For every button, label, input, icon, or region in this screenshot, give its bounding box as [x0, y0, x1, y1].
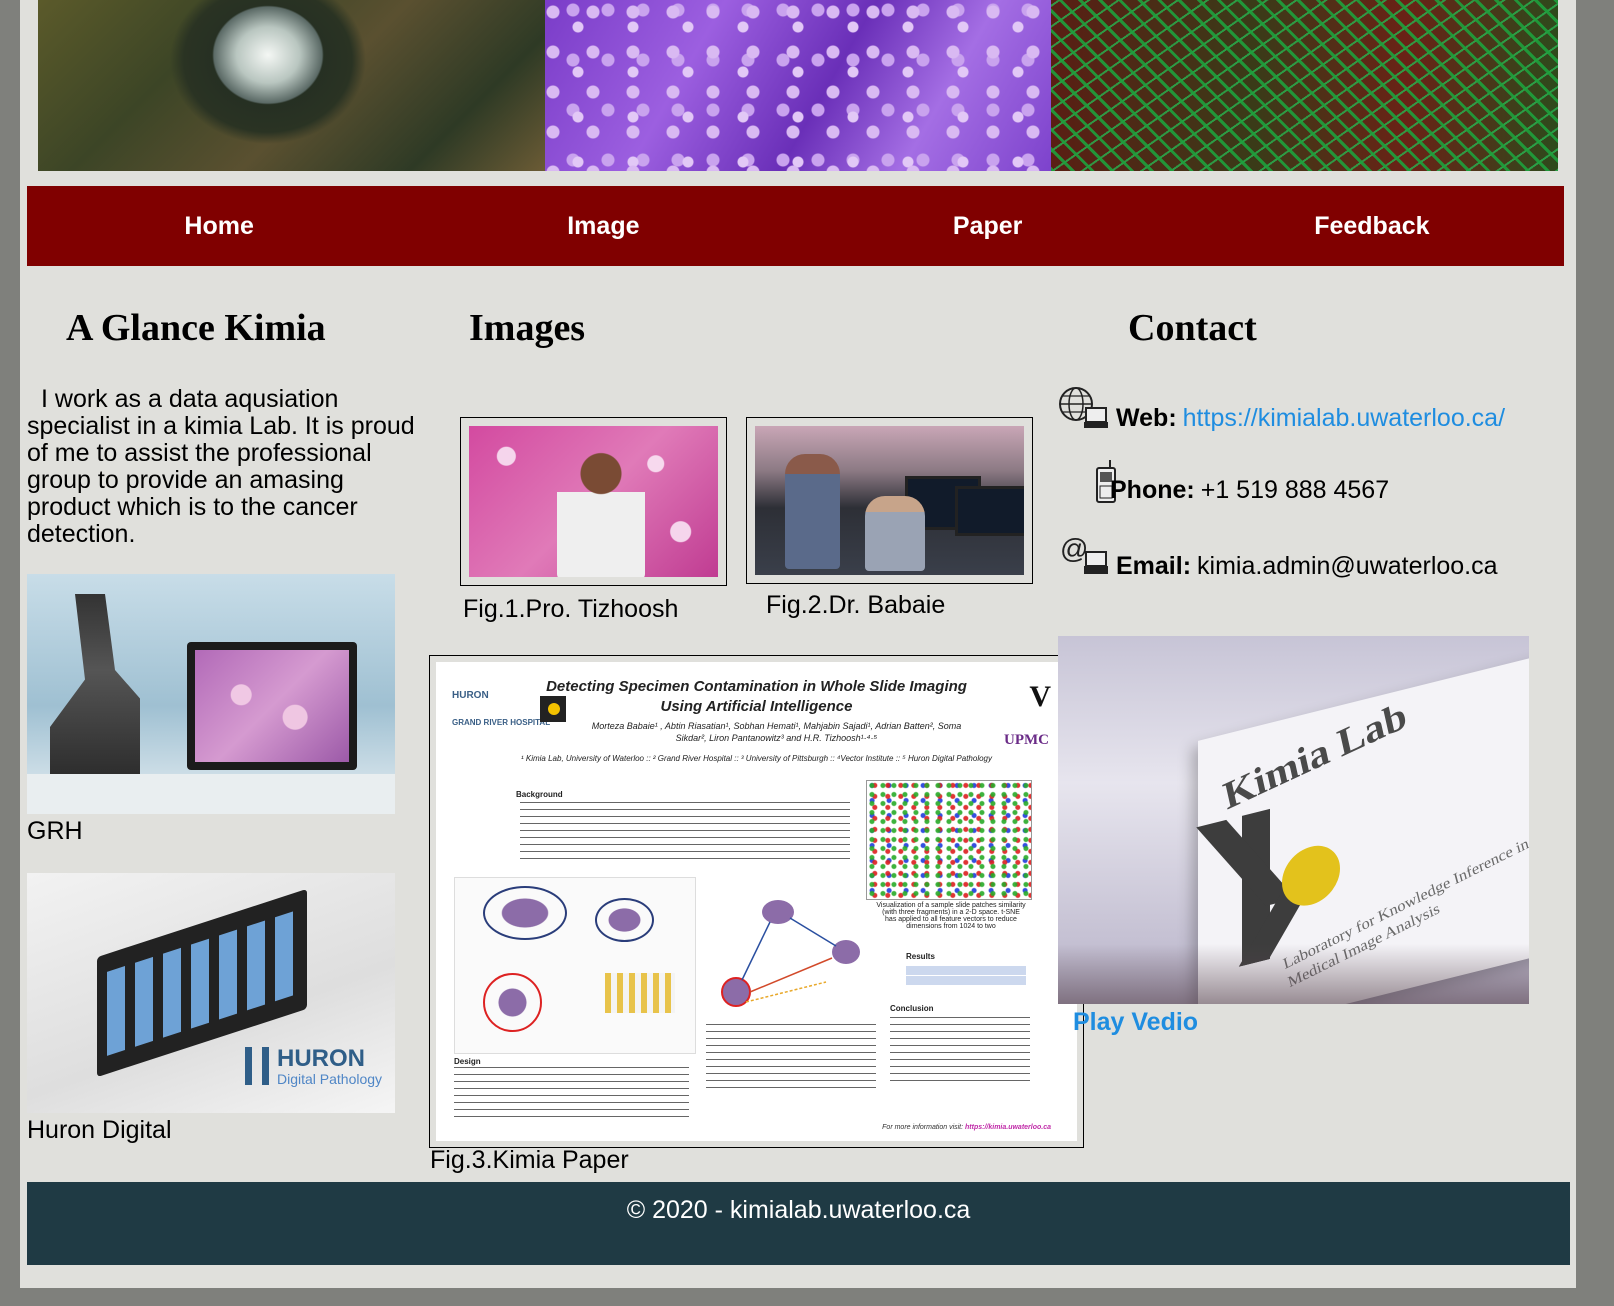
k-logo-dot — [1282, 839, 1340, 912]
poster-ellipse-2 — [595, 898, 654, 942]
globe-computer-icon — [1059, 387, 1108, 428]
phone-label: Phone: — [1110, 476, 1195, 504]
contact-title: Contact — [1128, 307, 1257, 349]
poster-logo-upmc: UPMC — [1004, 732, 1049, 748]
email-label: Email: — [1116, 552, 1192, 580]
web-label: Web: — [1116, 404, 1177, 432]
figure-1-frame[interactable] — [460, 417, 727, 586]
huron-caption: Huron Digital — [27, 1116, 172, 1144]
slides-graphic — [107, 910, 297, 1056]
glance-title: A Glance Kimia — [66, 307, 326, 349]
poster-background-heading: Background — [516, 790, 563, 799]
poster-background-text — [520, 802, 850, 862]
huron-logo: HURON Digital Pathology — [245, 1043, 395, 1093]
monitor-screen-2 — [955, 486, 1024, 536]
banner-image-tissue-1 — [38, 0, 545, 171]
person-seated — [865, 496, 925, 571]
poster-method-diagram — [454, 877, 696, 1054]
desk-graphic — [27, 774, 395, 814]
figure-2-image — [755, 426, 1024, 575]
poster-footer-link: https://kimia.uwaterloo.ca — [965, 1124, 1051, 1131]
microscope-graphic — [50, 594, 140, 784]
poster-design-text — [454, 1067, 689, 1122]
contact-web-row: Web: https://kimialab.uwaterloo.ca/ — [1116, 404, 1505, 433]
poster-ellipse-1 — [483, 886, 567, 940]
figure-2-caption: Fig.2.Dr. Babaie — [766, 591, 946, 619]
contact-email-row: Email: kimia.admin@uwaterloo.ca — [1116, 552, 1498, 581]
poster-middle-text — [706, 1024, 876, 1089]
figure-1-image — [469, 426, 718, 577]
video-shadow — [1058, 944, 1529, 1004]
grh-caption: GRH — [27, 817, 83, 845]
paper-poster-frame[interactable]: HURON GRAND RIVER HOSPITAL V UPMC Detect… — [429, 655, 1084, 1148]
nav-image[interactable]: Image — [411, 186, 795, 266]
svg-text:@: @ — [1060, 533, 1088, 564]
person-standing — [785, 454, 840, 569]
figure-2-frame[interactable] — [746, 417, 1033, 584]
main-nav: Home Image Paper Feedback — [27, 186, 1564, 266]
page: Home Image Paper Feedback A Glance Kimia… — [20, 0, 1576, 1288]
footer-copyright: © 2020 - kimialab.uwaterloo.ca — [626, 1196, 971, 1224]
poster-conclusion-text — [890, 1017, 1030, 1087]
email-computer-icon: @ — [1060, 533, 1108, 574]
poster-title-line-2: Using Artificial Intelligence — [660, 698, 853, 715]
poster-footer: For more information visit: https://kimi… — [882, 1124, 1051, 1131]
phone-value: +1 519 888 4567 — [1200, 476, 1390, 504]
nav-paper[interactable]: Paper — [796, 186, 1180, 266]
poster-network-graphic — [605, 973, 675, 1013]
banner-image-tissue-2 — [544, 0, 1052, 171]
header-banner — [38, 0, 1558, 171]
banner-image-tissue-3 — [1051, 0, 1558, 171]
poster-graph — [721, 900, 860, 1007]
monitor-screen — [195, 650, 349, 762]
monitor-graphic — [187, 642, 357, 770]
nav-home[interactable]: Home — [27, 186, 411, 266]
poster-conclusion-heading: Conclusion — [890, 1004, 934, 1013]
huron-logo-name: HURON — [277, 1045, 365, 1072]
poster-footer-text: For more information visit: — [882, 1124, 964, 1131]
poster-affiliations: ¹ Kimia Lab, University of Waterloo :: ²… — [520, 754, 992, 763]
contact-phone-row: Phone: +1 519 888 4567 — [1110, 476, 1389, 505]
footer: © 2020 - kimialab.uwaterloo.ca — [27, 1182, 1570, 1265]
email-value: kimia.admin@uwaterloo.ca — [1197, 552, 1498, 580]
intro-paragraph: I work as a data aqusiation specialist i… — [27, 385, 415, 548]
figure-3-caption: Fig.3.Kimia Paper — [430, 1146, 629, 1174]
poster-title-line-1: Detecting Specimen Contamination in Whol… — [546, 678, 967, 695]
poster-logo-grh: GRAND RIVER HOSPITAL — [452, 718, 551, 727]
huron-logo-mark — [245, 1047, 269, 1085]
poster-tsne-caption: Visualization of a sample slide patches … — [876, 902, 1026, 930]
portrait-person — [557, 440, 645, 577]
poster-authors: Morteza Babaie¹ , Abtin Riasatian¹, Sobh… — [591, 721, 962, 743]
poster-tsne-plot — [866, 780, 1032, 900]
paper-poster: HURON GRAND RIVER HOSPITAL V UPMC Detect… — [436, 662, 1077, 1141]
play-video-link[interactable]: Play Vedio — [1073, 1008, 1198, 1037]
huron-photo: HURON Digital Pathology — [27, 873, 395, 1113]
images-title: Images — [469, 307, 586, 349]
poster-circle-1 — [483, 973, 542, 1032]
poster-results-table — [906, 966, 1026, 986]
huron-logo-sub: Digital Pathology — [277, 1071, 383, 1087]
nav-feedback[interactable]: Feedback — [1180, 186, 1564, 266]
figure-1-caption: Fig.1.Pro. Tizhoosh — [463, 595, 679, 623]
grh-photo — [27, 574, 395, 814]
web-link[interactable]: https://kimialab.uwaterloo.ca/ — [1183, 404, 1505, 433]
kimia-lab-video[interactable]: Kimia Lab Laboratory for Knowledge Infer… — [1058, 636, 1529, 1004]
poster-results-heading: Results — [906, 952, 935, 961]
poster-design-heading: Design — [454, 1057, 481, 1066]
